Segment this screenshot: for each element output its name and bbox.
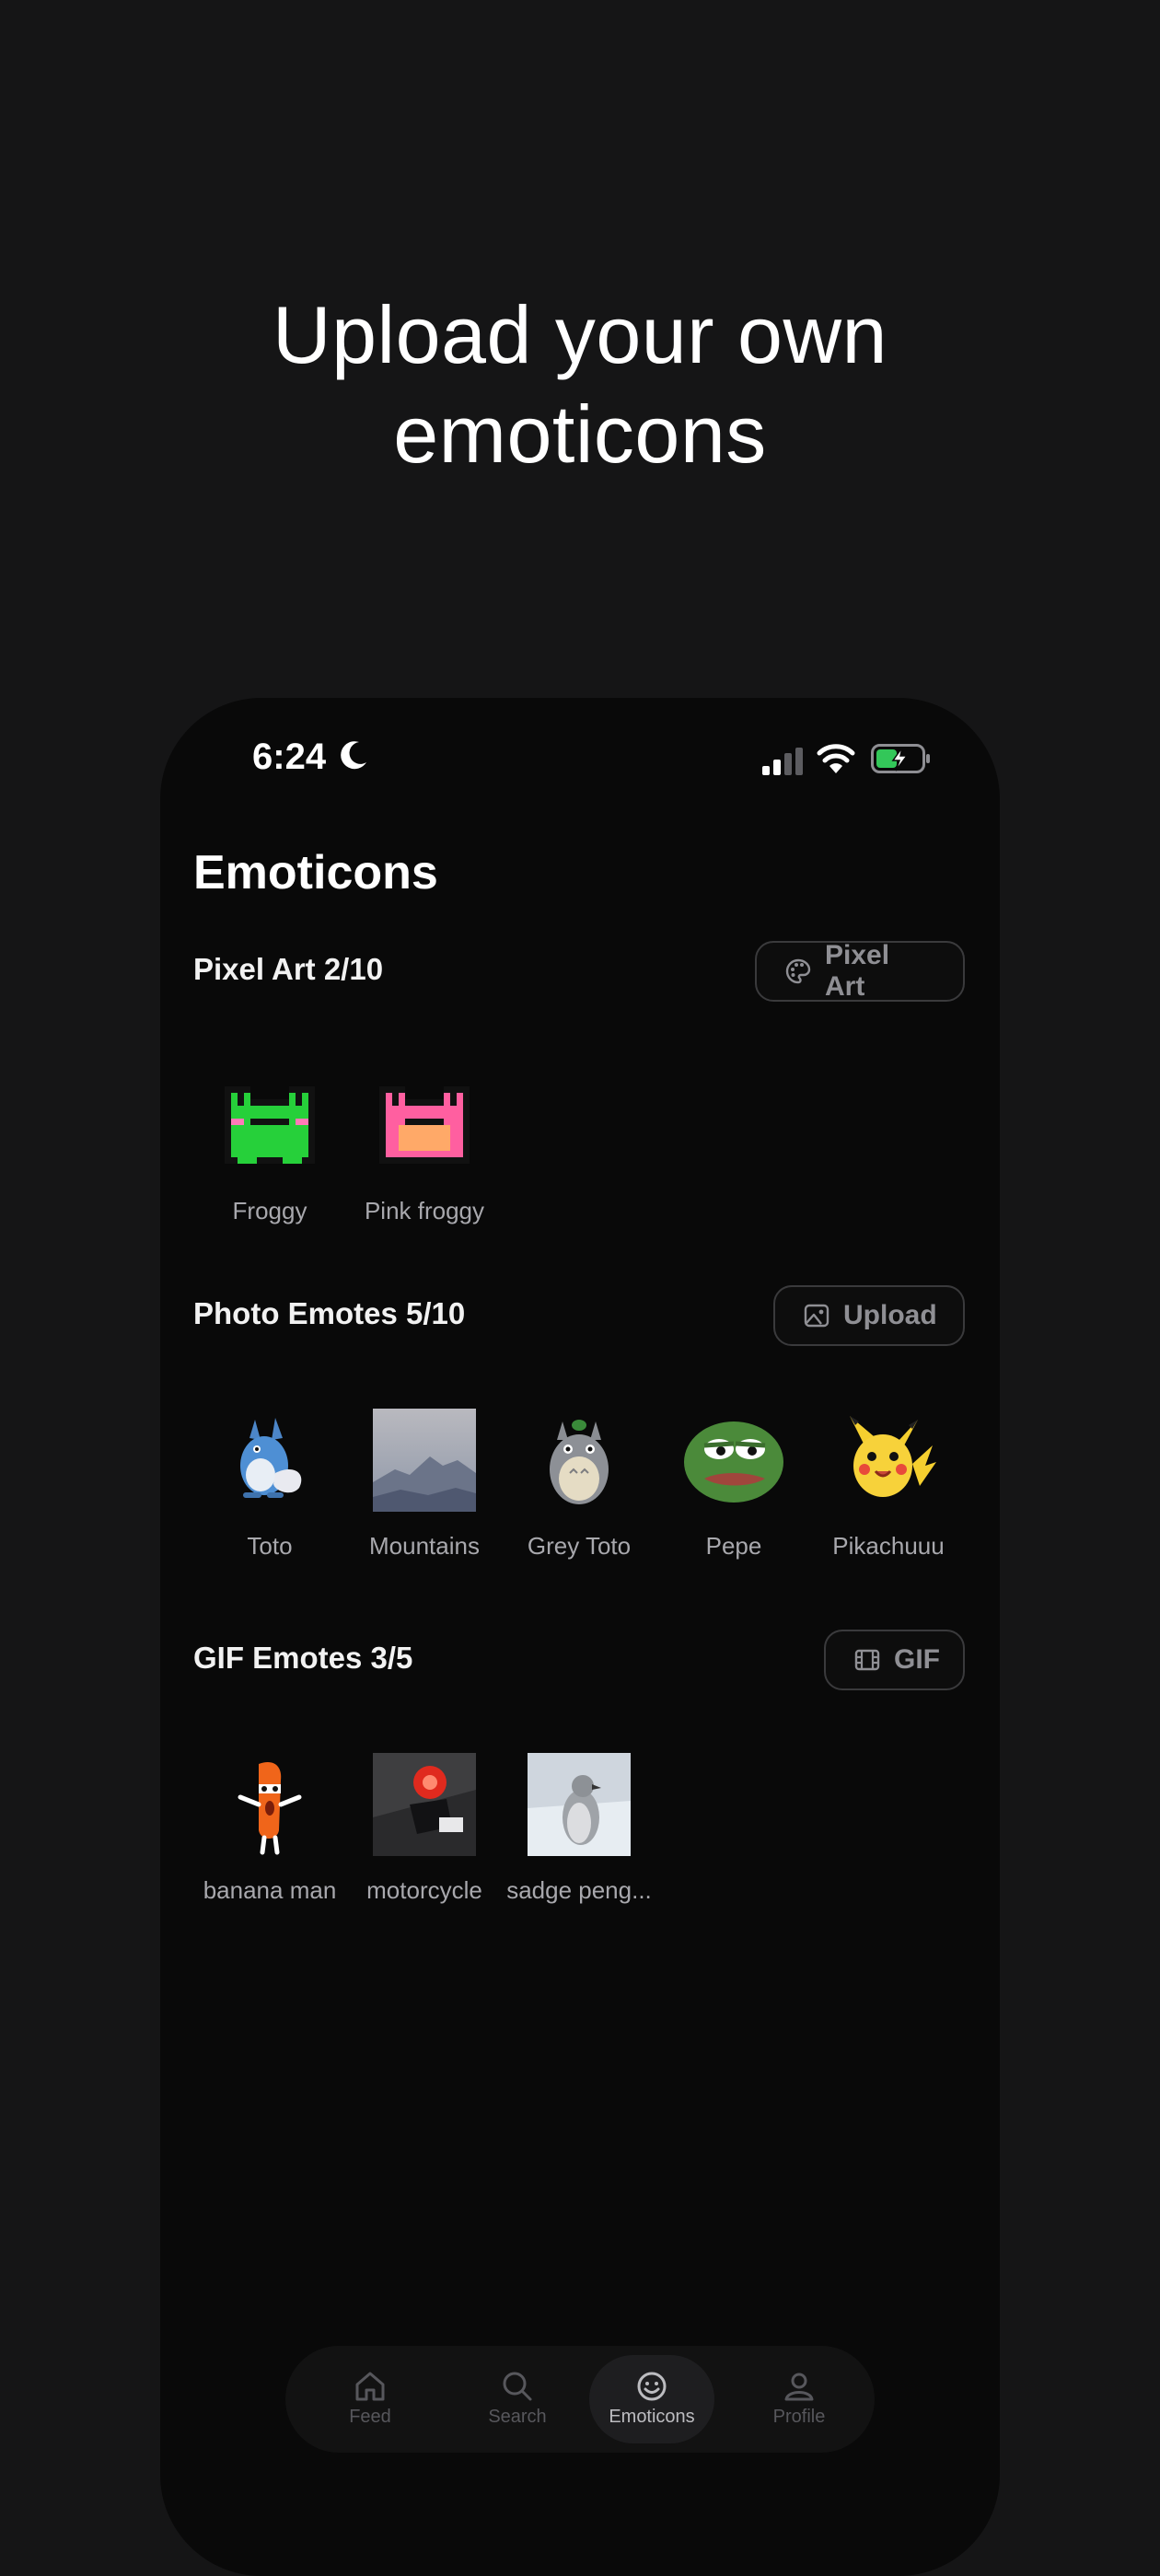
emote-label: Pepe bbox=[705, 1532, 762, 1560]
emote-item[interactable]: sadge peng... bbox=[502, 1753, 656, 1905]
emote-label: Grey Toto bbox=[527, 1532, 632, 1560]
upload-button[interactable]: Upload bbox=[773, 1285, 965, 1346]
gif-section-title: GIF Emotes 3/5 bbox=[193, 1641, 413, 1675]
gif-button-label: GIF bbox=[894, 1644, 940, 1675]
home-icon bbox=[355, 2372, 385, 2401]
pink-froggy-emote bbox=[379, 1086, 470, 1164]
upload-button-label: Upload bbox=[843, 1300, 937, 1330]
emote-item[interactable]: Mountains bbox=[347, 1409, 502, 1561]
film-icon bbox=[854, 1649, 880, 1671]
emote-item[interactable]: Toto bbox=[192, 1409, 347, 1561]
headline-line-2: emoticons bbox=[393, 389, 767, 480]
emote-label: banana man bbox=[203, 1876, 337, 1904]
image-icon bbox=[804, 1304, 829, 1328]
toto-emote bbox=[240, 1418, 302, 1498]
photo-section-title: Photo Emotes 5/10 bbox=[193, 1296, 466, 1330]
pikachu-emote bbox=[850, 1416, 936, 1497]
palette-icon bbox=[785, 958, 811, 984]
tab-search-label: Search bbox=[488, 2407, 547, 2427]
emote-item[interactable]: Pepe bbox=[656, 1409, 811, 1561]
tab-feed[interactable]: Feed bbox=[307, 2355, 433, 2443]
status-bar: 6:24 bbox=[160, 698, 1000, 827]
emote-item[interactable]: Grey Toto bbox=[502, 1409, 656, 1561]
gif-button[interactable]: GIF bbox=[824, 1630, 965, 1690]
headline: Upload your own emoticons bbox=[0, 285, 1160, 484]
moon-icon bbox=[341, 741, 366, 770]
pixel-art-button-label: Pixel Art bbox=[825, 940, 890, 1002]
emote-item[interactable]: banana man bbox=[192, 1753, 347, 1905]
emote-label: Toto bbox=[247, 1532, 293, 1560]
phone-frame: 6:24 Emoticons Pixel Art 2/10 Pixel Art … bbox=[160, 698, 1000, 2576]
mountains-emote bbox=[373, 1409, 476, 1512]
banana-man-emote bbox=[238, 1762, 302, 1855]
emote-item[interactable]: Pink froggy bbox=[347, 1073, 502, 1225]
emote-item[interactable]: Froggy bbox=[192, 1073, 347, 1225]
smiley-icon bbox=[637, 2372, 667, 2401]
signal-icon bbox=[762, 748, 803, 775]
tab-profile[interactable]: Profile bbox=[737, 2355, 862, 2443]
froggy-emote bbox=[225, 1086, 315, 1164]
tab-search[interactable]: Search bbox=[455, 2355, 580, 2443]
emote-label: Pikachuuu bbox=[832, 1532, 945, 1560]
page-title: Emoticons bbox=[193, 846, 438, 899]
tab-feed-label: Feed bbox=[349, 2407, 391, 2427]
bottom-tab-bar: Feed Search Emoticons Profile bbox=[285, 2346, 875, 2453]
tab-emoticons[interactable]: Emoticons bbox=[589, 2355, 714, 2443]
emote-item[interactable]: Pikachuuu bbox=[811, 1409, 966, 1561]
emote-label: sadge peng... bbox=[506, 1876, 652, 1904]
motorcycle-emote bbox=[373, 1753, 476, 1856]
tab-emoticons-label: Emoticons bbox=[609, 2407, 695, 2427]
emote-item[interactable]: motorcycle bbox=[347, 1753, 502, 1905]
emote-label: Mountains bbox=[369, 1532, 480, 1560]
battery-charging-icon bbox=[871, 744, 930, 773]
emote-label: Pink froggy bbox=[364, 1197, 485, 1224]
pixel-art-section-title: Pixel Art 2/10 bbox=[193, 952, 384, 986]
user-icon bbox=[784, 2373, 814, 2401]
wifi-icon bbox=[817, 744, 855, 773]
pixel-art-button[interactable]: Pixel Art bbox=[755, 940, 965, 1002]
grey-toto-emote bbox=[550, 1420, 609, 1504]
search-icon bbox=[503, 2372, 532, 2401]
pepe-emote bbox=[684, 1421, 783, 1503]
headline-line-1: Upload your own bbox=[273, 289, 887, 380]
tab-profile-label: Profile bbox=[772, 2407, 826, 2427]
sadge-penguin-emote bbox=[528, 1753, 631, 1856]
status-time: 6:24 bbox=[252, 737, 327, 777]
emote-label: motorcycle bbox=[366, 1876, 482, 1904]
emote-label: Froggy bbox=[232, 1197, 307, 1224]
